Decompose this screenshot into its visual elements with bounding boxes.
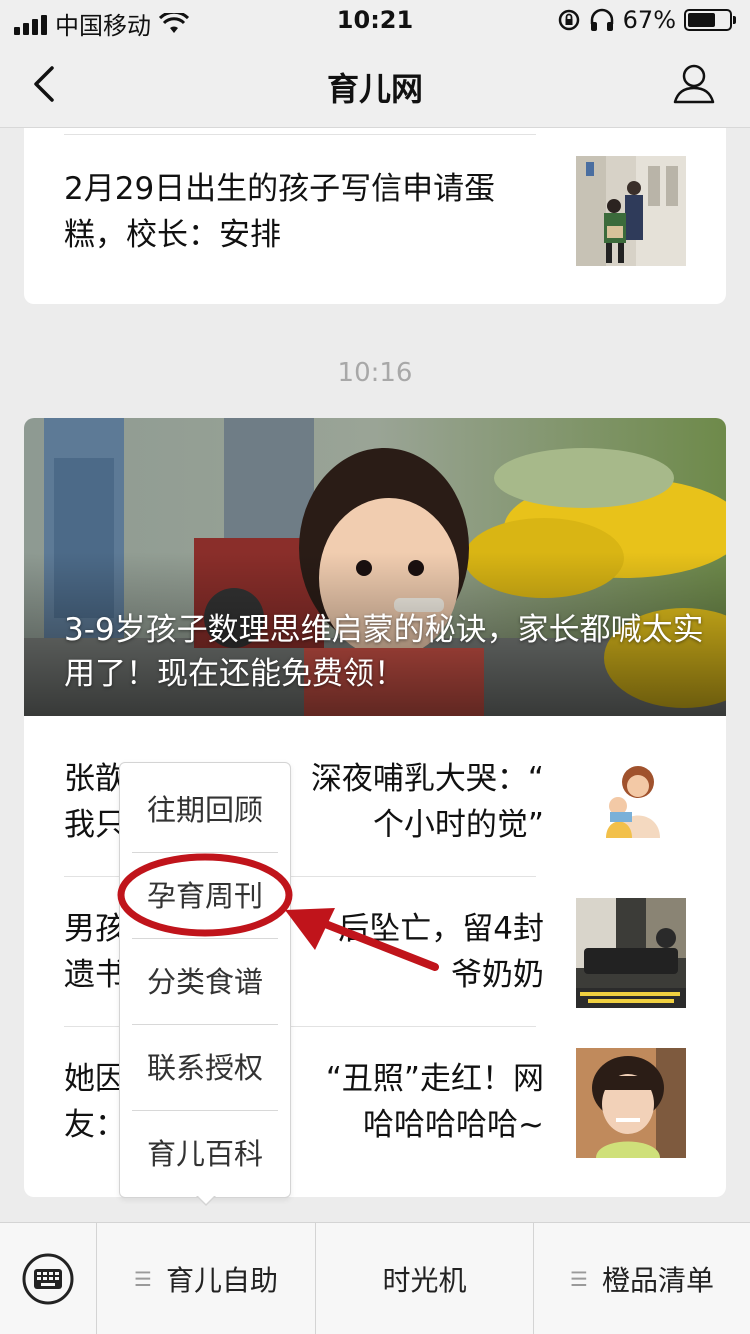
status-bar: 中国移动 10:21 67% xyxy=(0,0,750,40)
battery-icon xyxy=(684,9,736,31)
menu-item-parenting-encyclopedia[interactable]: 育儿百科 xyxy=(120,1111,290,1197)
submenu-icon: ☰ xyxy=(570,1267,588,1291)
tab-label: 育儿自助 xyxy=(165,1264,278,1297)
article-thumbnail xyxy=(576,1048,686,1158)
tab-label: 橙品清单 xyxy=(601,1264,714,1297)
battery-percent: 67% xyxy=(622,6,676,34)
headphones-icon xyxy=(590,8,613,31)
battery-fill xyxy=(688,13,715,27)
hero-article[interactable]: 3-9岁孩子数理思维启蒙的秘诀，家长都喊太实用了！现在还能免费领！ xyxy=(24,418,726,716)
popup-menu: 往期回顾 孕育周刊 分类食谱 联系授权 育儿百科 xyxy=(119,762,291,1198)
user-profile-icon[interactable] xyxy=(672,62,716,106)
keyboard-toggle-button[interactable] xyxy=(0,1223,96,1334)
menu-item-past-issues[interactable]: 往期回顾 xyxy=(120,767,290,853)
tab-product-list[interactable]: ☰ 橙品清单 xyxy=(533,1223,750,1334)
keyboard-icon xyxy=(22,1253,74,1305)
page-title: 育儿网 xyxy=(326,70,423,108)
popup-pointer-fill xyxy=(197,1195,215,1204)
tab-label: 时光机 xyxy=(382,1264,467,1297)
submenu-icon: ☰ xyxy=(134,1267,152,1291)
article-title: 2月29日出生的孩子写信申请蛋糕，校长：安排 xyxy=(64,171,496,253)
orientation-lock-icon xyxy=(558,9,579,31)
divider xyxy=(64,134,536,135)
menu-item-pregnancy-weekly[interactable]: 孕育周刊 xyxy=(120,853,290,939)
article-thumbnail xyxy=(576,156,686,266)
message-timestamp: 10:16 xyxy=(337,358,413,388)
bottom-menu-bar: ☰ 育儿自助 时光机 ☰ 橙品清单 xyxy=(0,1222,750,1334)
article-thumbnail xyxy=(576,748,686,858)
tab-parenting-self-service[interactable]: ☰ 育儿自助 xyxy=(96,1223,315,1334)
navigation-bar: 育儿网 xyxy=(0,40,750,128)
hero-title: 3-9岁孩子数理思维启蒙的秘诀，家长都喊太实用了！现在还能免费领！ xyxy=(64,612,704,692)
article-thumbnail xyxy=(576,898,686,1008)
tab-time-machine[interactable]: 时光机 xyxy=(315,1223,533,1334)
previous-article-card[interactable]: 2月29日出生的孩子写信申请蛋糕，校长：安排 xyxy=(24,128,726,304)
menu-item-recipes[interactable]: 分类食谱 xyxy=(120,939,290,1025)
menu-item-contact-authorization[interactable]: 联系授权 xyxy=(120,1025,290,1111)
